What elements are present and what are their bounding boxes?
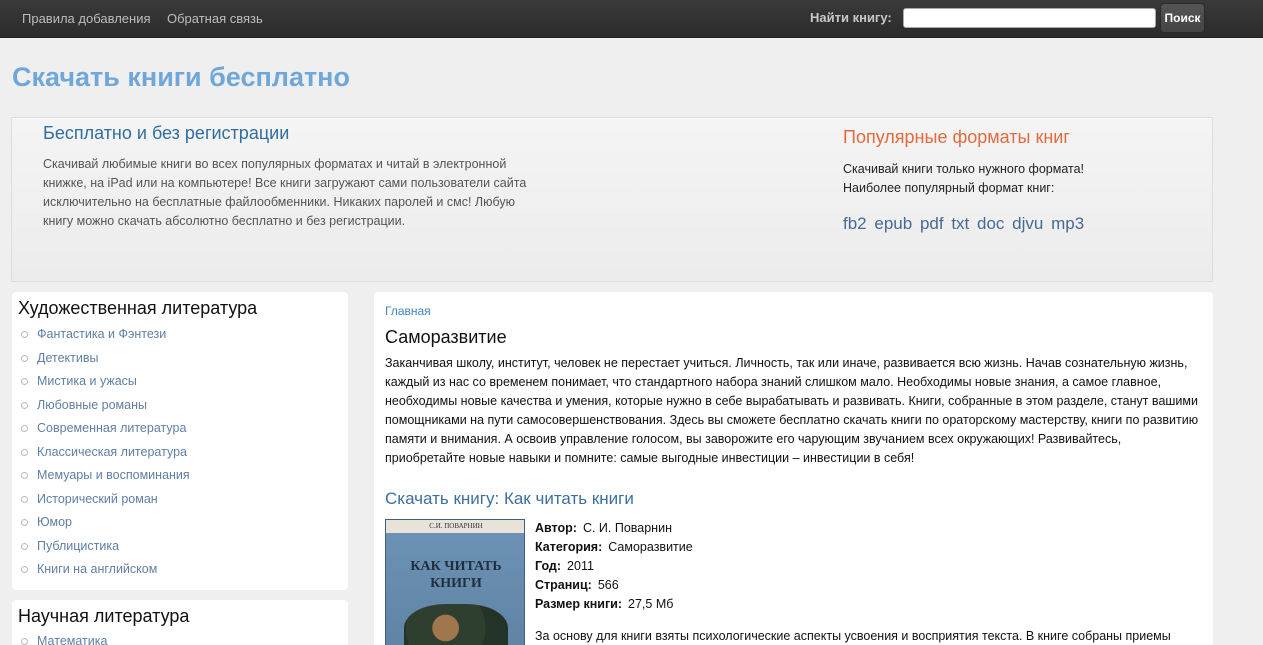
sidebar-item[interactable]: Математика	[20, 634, 107, 645]
category-intro: Заканчивая школу, институт, человек не п…	[385, 356, 1199, 465]
search-label: Найти книгу:	[810, 10, 892, 25]
format-link[interactable]: fb2	[843, 214, 867, 233]
nav-link-rules[interactable]: Правила добавления	[22, 11, 151, 26]
sidebar-item[interactable]: Классическая литература	[20, 445, 190, 469]
sidebar-science: Научная литература Математика	[12, 600, 348, 645]
sidebar-item[interactable]: Современная литература	[20, 421, 190, 445]
hero-title: Бесплатно и без регистрации	[43, 123, 290, 143]
sidebar-item[interactable]: Юмор	[20, 515, 190, 539]
sidebar-heading: Научная литература	[18, 606, 190, 626]
sidebar-item[interactable]: Книги на английском	[20, 562, 190, 586]
formats-line-1: Скачивай книги только нужного формата!	[843, 162, 1085, 176]
sidebar-heading: Художественная литература	[18, 298, 258, 318]
format-link[interactable]: mp3	[1051, 214, 1084, 233]
book-title-link[interactable]: Скачать книгу: Как читать книги	[385, 489, 634, 509]
site-title[interactable]: Скачать книги бесплатно	[12, 62, 350, 93]
cover-author: С.И. ПОВАРНИН	[386, 520, 524, 533]
meta-year: Год: 2011	[535, 559, 594, 573]
sidebar-fiction: Художественная литература Фантастика и Ф…	[12, 292, 348, 590]
book-description: За основу для книги взяты психологически…	[535, 629, 1171, 643]
sidebar-item[interactable]: Любовные романы	[20, 398, 190, 422]
formats-line-2: Наиболее популярный формат книг:	[843, 181, 1055, 195]
sidebar-list: Математика	[20, 634, 107, 645]
meta-author: Автор: С. И. Поварнин	[535, 521, 672, 535]
nav-link-feedback[interactable]: Обратная связь	[167, 11, 263, 26]
meta-pages: Страниц: 566	[535, 578, 619, 592]
format-link[interactable]: doc	[977, 214, 1004, 233]
format-link[interactable]: txt	[951, 214, 969, 233]
formats-text: Скачивай книги только нужного формата! Н…	[843, 160, 1084, 198]
format-link[interactable]: pdf	[920, 214, 944, 233]
sidebar-list: Фантастика и Фэнтези Детективы Мистика и…	[20, 327, 190, 586]
meta-category: Категория: Саморазвитие	[535, 540, 693, 554]
cover-illustration	[404, 604, 508, 645]
meta-size: Размер книги: 27,5 Мб	[535, 597, 674, 611]
search-button[interactable]: Поиск	[1160, 3, 1205, 33]
sidebar-item[interactable]: Публицистика	[20, 539, 190, 563]
sidebar-item[interactable]: Фантастика и Фэнтези	[20, 327, 190, 351]
hero-text: Скачивай любимые книги во всех популярны…	[43, 157, 527, 228]
sidebar-item[interactable]: Детективы	[20, 351, 190, 375]
hero-panel: Бесплатно и без регистрации Скачивай люб…	[11, 117, 1213, 282]
format-link[interactable]: djvu	[1012, 214, 1043, 233]
book-cover-image[interactable]: С.И. ПОВАРНИН КАК ЧИТАТЬ КНИГИ	[385, 519, 525, 645]
format-link[interactable]: epub	[874, 214, 912, 233]
cover-title: КАК ЧИТАТЬ КНИГИ	[410, 559, 502, 591]
formats-title: Популярные форматы книг	[843, 127, 1070, 147]
sidebar-item[interactable]: Мистика и ужасы	[20, 374, 190, 398]
page-title: Саморазвитие	[385, 327, 507, 347]
search-input[interactable]	[903, 8, 1156, 28]
main-content: Главная Саморазвитие Заканчивая школу, и…	[374, 292, 1213, 645]
sidebar-item[interactable]: Исторический роман	[20, 492, 190, 516]
sidebar-item[interactable]: Мемуары и воспоминания	[20, 468, 190, 492]
book-meta: Автор: С. И. Поварнин Категория: Саморазви…	[535, 519, 693, 614]
top-navbar: Правила добавления Обратная связь Найти …	[0, 0, 1263, 38]
formats-list: fb2 epub pdf txt doc djvu mp3	[843, 214, 1087, 234]
breadcrumb[interactable]: Главная	[385, 304, 431, 318]
